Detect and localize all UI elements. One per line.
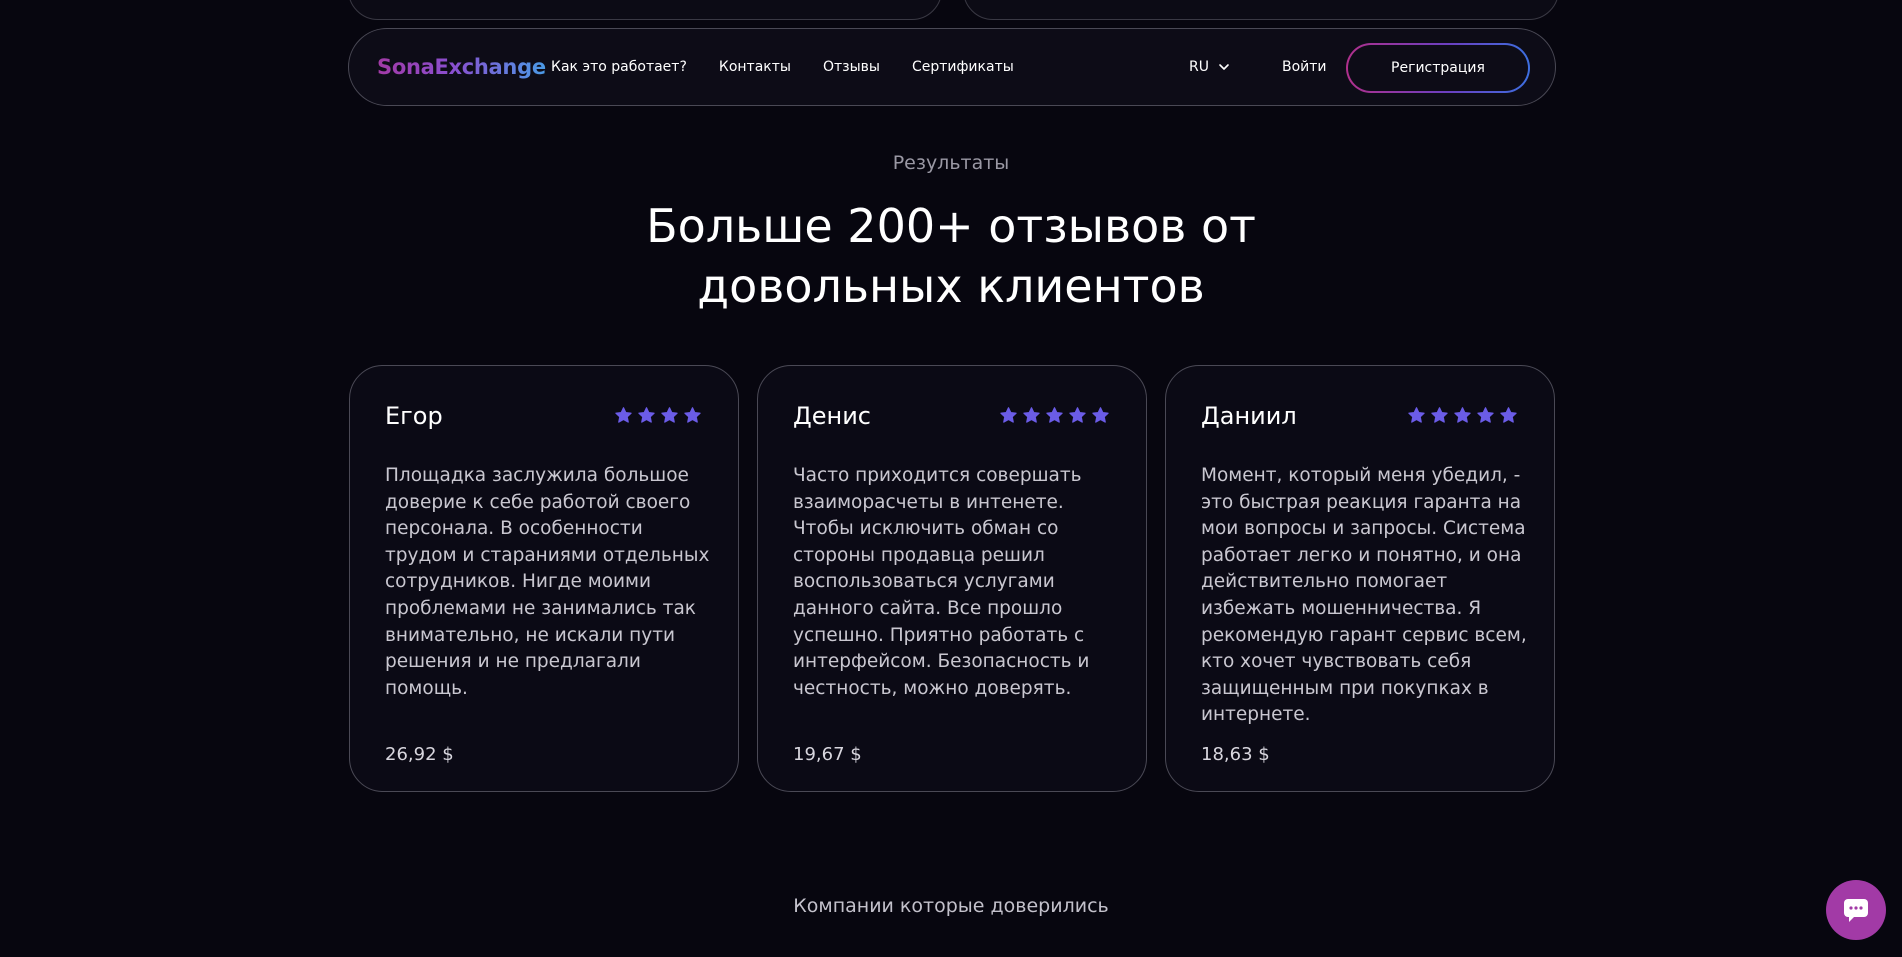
reviewer-name: Егор xyxy=(385,402,443,430)
chevron-down-icon xyxy=(1219,64,1229,70)
star-icon xyxy=(1431,407,1448,423)
language-selector[interactable]: RU xyxy=(1189,59,1231,75)
section-headline-line-2: довольных клиентов xyxy=(697,259,1205,313)
review-text: Часто приходится совершать взаиморасчеты… xyxy=(793,465,1090,699)
rating-stars xyxy=(614,406,702,425)
star-icon xyxy=(638,407,655,423)
nav-item-certificates[interactable]: Сертификаты xyxy=(912,59,1014,75)
reviewer-name: Даниил xyxy=(1201,402,1297,430)
register-button[interactable]: Регистрация xyxy=(1346,43,1530,93)
review-card: Денис Часто приходится совершать взаимор… xyxy=(757,365,1147,792)
rating-stars xyxy=(1407,406,1518,425)
star-icon xyxy=(1000,407,1017,423)
previous-card-right xyxy=(963,0,1559,20)
main-nav: Как это работает? Контакты Отзывы Сертиф… xyxy=(551,59,1046,75)
chat-button[interactable] xyxy=(1826,880,1886,940)
review-card: Егор Площадка заслужила большое доверие … xyxy=(349,365,739,792)
review-text: Площадка заслужила большое доверие к себ… xyxy=(385,465,710,699)
review-amount: 19,67 $ xyxy=(793,744,862,765)
nav-item-how-it-works[interactable]: Как это работает? xyxy=(551,59,687,75)
chat-bubble-icon xyxy=(1844,899,1868,922)
star-icon xyxy=(615,407,632,423)
section-headline-line-1: Больше 200+ отзывов от xyxy=(646,199,1256,253)
reviewer-name: Денис xyxy=(793,402,871,430)
star-icon xyxy=(1477,407,1494,423)
star-icon xyxy=(1092,407,1109,423)
header-bar: SonaExchange Как это работает? Контакты … xyxy=(348,28,1556,106)
previous-card-left xyxy=(348,0,942,20)
companies-heading: Компании которые доверились xyxy=(793,895,1109,917)
nav-item-contacts[interactable]: Контакты xyxy=(719,59,791,75)
register-button-label: Регистрация xyxy=(1391,60,1485,76)
review-amount: 18,63 $ xyxy=(1201,744,1270,765)
nav-item-reviews[interactable]: Отзывы xyxy=(823,59,880,75)
star-icon xyxy=(1023,407,1040,423)
star-icon xyxy=(1408,407,1425,423)
page: SonaExchange Как это работает? Контакты … xyxy=(0,0,1902,957)
section-headline: Больше 200+ отзывов от довольных клиенто… xyxy=(0,196,1902,316)
section-eyebrow: Результаты xyxy=(892,152,1010,174)
star-icon xyxy=(1069,407,1086,423)
star-icon xyxy=(1500,407,1517,423)
star-icon xyxy=(661,407,678,423)
review-amount: 26,92 $ xyxy=(385,744,454,765)
review-text: Момент, который меня убедил, - это быстр… xyxy=(1201,465,1527,726)
language-label: RU xyxy=(1189,59,1209,75)
review-card: Даниил Момент, который меня убедил, - эт… xyxy=(1165,365,1555,792)
star-icon xyxy=(1454,407,1471,423)
rating-stars xyxy=(999,406,1110,425)
logo[interactable]: SonaExchange xyxy=(377,55,546,79)
login-link[interactable]: Войти xyxy=(1282,59,1327,75)
star-icon xyxy=(684,407,701,423)
star-icon xyxy=(1046,407,1063,423)
